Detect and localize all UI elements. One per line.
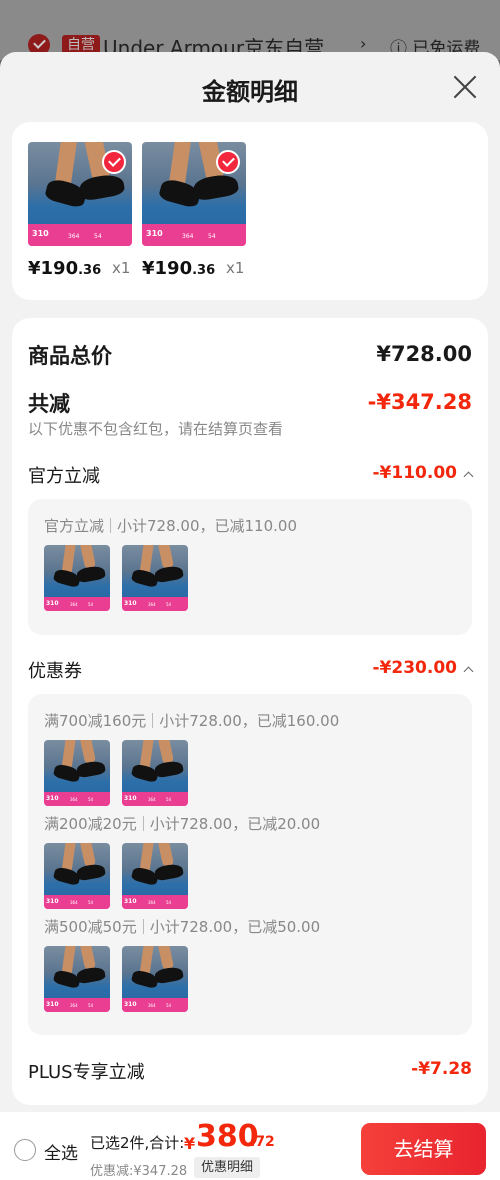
product-thumbnail: 310 364 54 — [122, 843, 188, 909]
product-thumbnail: 310 364 54 — [44, 843, 110, 909]
select-all-checkbox[interactable] — [14, 1139, 36, 1161]
coupon-summary: 满700减160元 小计728.00，已减160.00 — [44, 712, 340, 730]
select-all-label[interactable]: 全选 — [44, 1139, 78, 1164]
selected-items-card: 310 364 54 ¥190.36 x1 310 364 54 ¥190.36 x1 — [12, 122, 488, 300]
close-icon[interactable] — [452, 74, 478, 100]
total-price-label: 商品总价 — [28, 344, 112, 368]
official-discount-label: 官方立减 — [28, 466, 100, 487]
product-thumbnail: 310 364 54 — [44, 946, 110, 1012]
total-price-value: ¥728.00 — [376, 342, 472, 366]
product-thumbnail: 310 364 54 — [44, 740, 110, 806]
product-quantity: x1 — [112, 259, 131, 277]
product-thumbnail: 310 364 54 — [122, 946, 188, 1012]
total-currency: ¥ — [184, 1134, 196, 1153]
coupon-summary: 满200减20元 小计728.00，已减20.00 — [44, 815, 321, 833]
total-reduction-value: -¥347.28 — [367, 390, 472, 414]
price-breakdown-card: 商品总价 ¥728.00 共减 -¥347.28 以下优惠不包含红包，请在结算页… — [12, 318, 488, 1105]
product-price: ¥190.36 — [28, 258, 102, 279]
product-quantity: x1 — [226, 259, 245, 277]
product-image: 310 364 54 — [28, 142, 132, 246]
product-item[interactable]: 310 364 54 ¥190.36 x1 — [28, 142, 138, 279]
background-store-header: 自营 Under Armour京东自营 › ⓘ 已免运费 — [0, 0, 500, 60]
official-discount-toggle[interactable]: -¥110.00 — [373, 463, 474, 483]
coupon-toggle[interactable]: -¥230.00 — [373, 658, 474, 678]
product-thumbnail: 310 364 54 — [44, 545, 110, 611]
sheet-title: 金额明细 — [202, 78, 298, 106]
chevron-up-icon — [463, 471, 474, 482]
coupon-label: 优惠券 — [28, 661, 82, 682]
selected-check-icon[interactable] — [102, 150, 126, 174]
chevron-right-icon: › — [360, 34, 367, 53]
product-price: ¥190.36 — [142, 258, 216, 279]
product-thumbnail: 310 364 54 — [122, 545, 188, 611]
total-amount-decimal: .72 — [250, 1134, 275, 1150]
official-discount-summary: 官方立减 小计728.00，已减110.00 — [44, 517, 297, 535]
checkout-button[interactable]: 去结算 — [361, 1123, 486, 1175]
plus-discount-value: -¥7.28 — [411, 1059, 472, 1079]
discount-detail-button[interactable]: 优惠明细 — [194, 1157, 261, 1178]
product-image: 310 364 54 — [142, 142, 246, 246]
product-item[interactable]: 310 364 54 ¥190.36 x1 — [142, 142, 252, 279]
selected-summary: 已选2件,合计: — [90, 1134, 185, 1152]
chevron-up-icon — [463, 666, 474, 677]
checkout-bar: 全选 已选2件,合计: ¥ 380 .72 优惠减:¥347.28 优惠明细 去… — [0, 1112, 500, 1180]
reduction-note: 以下优惠不包含红包，请在结算页查看 — [28, 420, 284, 438]
discount-amount: 优惠减:¥347.28 — [90, 1164, 188, 1179]
official-discount-detail: 官方立减 小计728.00，已减110.00 310 364 54 310 364 54 — [28, 499, 472, 635]
plus-discount-label: PLUS专享立减 — [28, 1062, 145, 1083]
product-thumbnail: 310 364 54 — [122, 740, 188, 806]
selected-check-icon[interactable] — [216, 150, 240, 174]
coupon-summary: 满500减50元 小计728.00，已减50.00 — [44, 918, 321, 936]
total-reduction-label: 共减 — [28, 392, 70, 416]
coupon-detail: 满700减160元 小计728.00，已减160.00 310 364 54 310 3… — [28, 694, 472, 1035]
amount-detail-sheet: 金额明细 310 364 54 ¥190.36 x1 310 364 54 ¥190.3… — [0, 52, 500, 1180]
